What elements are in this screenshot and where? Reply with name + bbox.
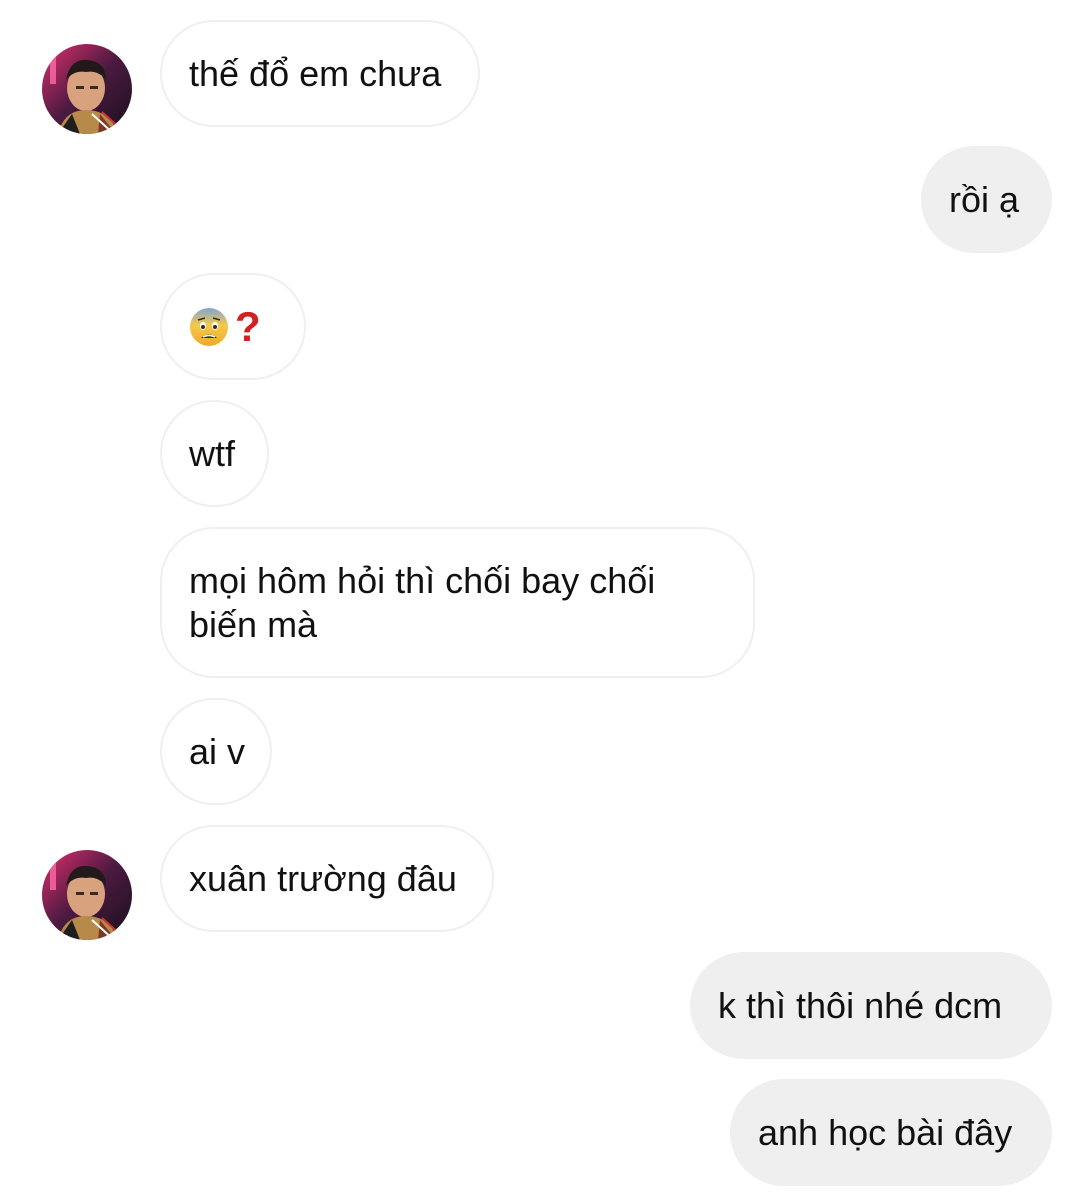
red-question-mark-emoji-icon: ?: [235, 302, 261, 350]
message-text: k thì thôi nhé dcm: [718, 984, 1003, 1026]
incoming-message-bubble[interactable]: ?: [160, 273, 306, 380]
anxious-face-emoji-icon: [189, 307, 229, 347]
incoming-message-bubble[interactable]: mọi hôm hỏi thì chối bay chối biến mà: [160, 527, 755, 678]
message-thread: thế đổ em chưa rồi ạ ? wtf mọi hôm hỏi t…: [0, 0, 1080, 1195]
incoming-message-bubble[interactable]: thế đổ em chưa: [160, 20, 480, 127]
message-text: mọi hôm hỏi thì chối bay chối biến mà: [189, 559, 656, 645]
message-text: anh học bài đây: [758, 1111, 1013, 1153]
message-text: xuân trường đâu: [189, 857, 457, 899]
avatar-photo-icon: [42, 850, 132, 940]
message-text: wtf: [189, 432, 236, 474]
incoming-message-bubble[interactable]: ai v: [160, 698, 272, 805]
incoming-message-bubble[interactable]: wtf: [160, 400, 269, 507]
message-text: thế đổ em chưa: [189, 52, 442, 94]
message-text: rồi ạ: [949, 178, 1020, 220]
incoming-message-bubble[interactable]: xuân trường đâu: [160, 825, 494, 932]
message-text: ai v: [189, 730, 246, 772]
avatar-photo-icon: [42, 44, 132, 134]
outgoing-message-bubble[interactable]: k thì thôi nhé dcm: [690, 952, 1052, 1059]
outgoing-message-bubble[interactable]: rồi ạ: [921, 146, 1052, 253]
sender-avatar[interactable]: [42, 850, 132, 940]
outgoing-message-bubble[interactable]: anh học bài đây: [730, 1079, 1052, 1186]
sender-avatar[interactable]: [42, 44, 132, 134]
